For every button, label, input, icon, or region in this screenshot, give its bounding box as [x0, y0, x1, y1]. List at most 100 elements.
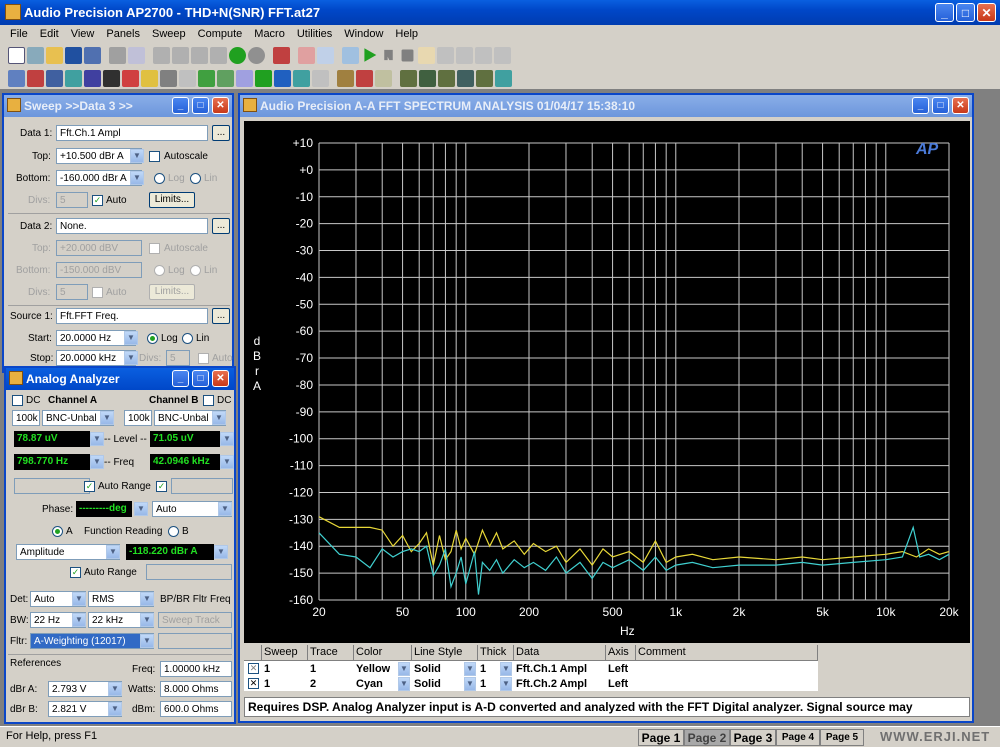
- color-dropdown[interactable]: ▼: [398, 662, 410, 676]
- row2-checkbox[interactable]: ✕: [248, 678, 259, 689]
- menu-edit[interactable]: Edit: [34, 28, 65, 40]
- paste-icon[interactable]: [210, 46, 227, 64]
- waveform-icon[interactable]: [46, 69, 63, 87]
- log-radio[interactable]: [154, 173, 165, 184]
- reading-a-radio[interactable]: [52, 526, 63, 537]
- stop-unit-dropdown[interactable]: ▼: [124, 351, 138, 365]
- minimize-button[interactable]: _: [935, 3, 954, 22]
- dbm-ref-field[interactable]: 600.0 Ohms: [160, 701, 232, 717]
- page-2-tab[interactable]: Page 2: [684, 729, 730, 746]
- data2-field[interactable]: None.: [56, 218, 208, 234]
- freq-ref-field[interactable]: 1.00000 kHz: [160, 661, 232, 677]
- row1-checkbox[interactable]: ✕: [248, 663, 259, 674]
- view4-icon[interactable]: [457, 69, 474, 87]
- view5-icon[interactable]: [476, 69, 493, 87]
- color-dropdown[interactable]: ▼: [398, 677, 410, 691]
- page-5-tab[interactable]: Page 5: [820, 729, 864, 746]
- save-icon[interactable]: [65, 46, 82, 64]
- graph-icon[interactable]: [342, 46, 359, 64]
- pause-icon[interactable]: [384, 49, 393, 61]
- print-icon[interactable]: [109, 46, 126, 64]
- autoscale2-checkbox[interactable]: [149, 243, 160, 254]
- analyzer-close-button[interactable]: ✕: [212, 370, 229, 387]
- view2-icon[interactable]: [419, 69, 436, 87]
- dc-b-checkbox[interactable]: [203, 395, 214, 406]
- range-a-select[interactable]: 100k: [12, 410, 40, 426]
- chart-icon[interactable]: [293, 69, 310, 87]
- input-b-dropdown[interactable]: ▼: [212, 411, 226, 425]
- thick-dropdown[interactable]: ▼: [500, 677, 512, 691]
- bw-low-dropdown[interactable]: ▼: [72, 613, 86, 627]
- menu-utilities[interactable]: Utilities: [291, 28, 338, 40]
- divs2-field[interactable]: 5: [56, 284, 88, 300]
- divs3-field[interactable]: 5: [166, 350, 190, 366]
- stop-icon[interactable]: [248, 46, 265, 64]
- check-icon[interactable]: [198, 69, 215, 87]
- menu-file[interactable]: File: [4, 28, 34, 40]
- optimize-icon[interactable]: [494, 46, 511, 64]
- cursor-icon[interactable]: [456, 46, 473, 64]
- log3-radio[interactable]: [147, 333, 158, 344]
- new-test-icon[interactable]: [27, 46, 44, 64]
- lin2-radio[interactable]: [190, 265, 201, 276]
- bw-high-dropdown[interactable]: ▼: [140, 613, 154, 627]
- level-a-unit-dropdown[interactable]: ▼: [90, 432, 104, 446]
- run-icon[interactable]: [229, 46, 246, 64]
- download-icon[interactable]: [274, 69, 291, 87]
- undo-icon[interactable]: [153, 46, 170, 64]
- bottom2-field[interactable]: -150.000 dBV: [56, 262, 142, 278]
- window-icon[interactable]: [317, 46, 334, 64]
- dsp-icon[interactable]: [65, 69, 82, 87]
- data1-browse-button[interactable]: ...: [212, 125, 230, 141]
- analyzer-maximize-button[interactable]: □: [192, 370, 209, 387]
- notes-icon[interactable]: [375, 69, 392, 87]
- fltr-select[interactable]: A-Weighting (12017): [30, 633, 154, 649]
- auto-range-b-checkbox[interactable]: ✓: [156, 481, 167, 492]
- auto-range-reading-checkbox[interactable]: ✓: [70, 567, 81, 578]
- sweep-track-field[interactable]: Sweep Track: [158, 612, 232, 628]
- page-1-tab[interactable]: Page 1: [638, 729, 684, 746]
- hand-icon[interactable]: [418, 46, 435, 64]
- input-a-dropdown[interactable]: ▼: [100, 411, 114, 425]
- info-comment[interactable]: Requires DSP. Analog Analyzer input is A…: [244, 697, 970, 717]
- menu-help[interactable]: Help: [389, 28, 424, 40]
- compute-icon[interactable]: [236, 69, 253, 87]
- digital-io-icon[interactable]: [122, 69, 139, 87]
- table-icon[interactable]: [312, 69, 329, 87]
- menu-compute[interactable]: Compute: [192, 28, 249, 40]
- sweep-maximize-button[interactable]: □: [192, 97, 209, 114]
- bar-graph-icon[interactable]: [103, 69, 120, 87]
- page-4-tab[interactable]: Page 4: [776, 729, 820, 746]
- auto-range-a-checkbox[interactable]: ✓: [84, 481, 95, 492]
- graph-view-icon[interactable]: [337, 69, 354, 87]
- lin3-radio[interactable]: [182, 333, 193, 344]
- graph-minimize-button[interactable]: _: [912, 97, 929, 114]
- log2-radio[interactable]: [154, 265, 165, 276]
- filter-icon[interactable]: [217, 69, 234, 87]
- clock-icon[interactable]: [141, 69, 158, 87]
- stop-square-icon[interactable]: [401, 49, 414, 61]
- view3-icon[interactable]: [438, 69, 455, 87]
- go-icon[interactable]: [255, 69, 272, 87]
- function-dropdown[interactable]: ▼: [106, 545, 120, 559]
- det-mode-dropdown[interactable]: ▼: [140, 592, 154, 606]
- dbrb-unit-dropdown[interactable]: ▼: [108, 702, 122, 716]
- watts-ref-field[interactable]: 8.000 Ohms: [160, 681, 232, 697]
- sweep-minimize-button[interactable]: _: [172, 97, 189, 114]
- print-preview-icon[interactable]: [128, 46, 145, 64]
- range-b-select[interactable]: 100k: [124, 410, 152, 426]
- settings-icon[interactable]: [298, 46, 315, 64]
- page-3-tab[interactable]: Page 3: [730, 729, 776, 746]
- reading-b-radio[interactable]: [168, 526, 179, 537]
- graph-maximize-button[interactable]: □: [932, 97, 949, 114]
- new-icon[interactable]: [8, 46, 25, 64]
- menu-window[interactable]: Window: [338, 28, 389, 40]
- reading-range-select[interactable]: [146, 564, 232, 580]
- switcher-icon[interactable]: [84, 69, 101, 87]
- copy-icon[interactable]: [191, 46, 208, 64]
- gen-panel-icon[interactable]: [8, 69, 25, 87]
- function-select[interactable]: Amplitude: [16, 544, 120, 560]
- auto-checkbox[interactable]: ✓: [92, 195, 103, 206]
- save-all-icon[interactable]: [84, 46, 101, 64]
- plot-icon[interactable]: [356, 69, 373, 87]
